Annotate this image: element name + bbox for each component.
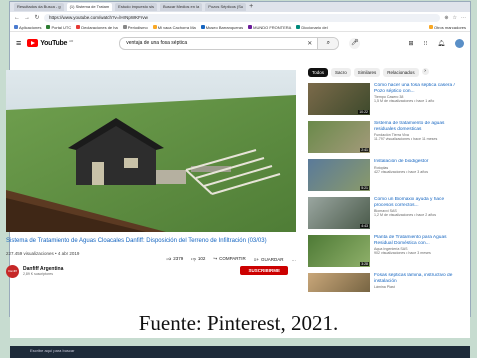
search-input[interactable]: ventaja de una fosa séptica <box>120 40 302 46</box>
duration-badge: 4:43 <box>360 224 369 228</box>
new-tab-icon[interactable]: + <box>249 3 253 11</box>
hamburger-menu-icon[interactable]: ≡ <box>16 38 21 48</box>
recommended-video[interactable]: 10:22 Cómo hacer una fosa séptica casera… <box>308 83 456 118</box>
microphone-icon[interactable]: 🎤︎ <box>349 37 361 49</box>
video-thumbnail[interactable]: 10:22 <box>308 83 370 115</box>
recommended-video[interactable]: 2:41 Sistema de tratamiento de aguas res… <box>308 121 456 156</box>
subscribe-button[interactable]: SUSCRIBIRME <box>240 265 288 275</box>
subscriber-count: 2,89 K suscriptores <box>23 272 53 276</box>
chevron-right-icon[interactable]: › <box>421 68 429 75</box>
recommended-meta: 1,2 M de visualizaciones • hace 2 años <box>374 213 436 217</box>
browser-tab[interactable]: Buscar Medios en la <box>159 3 203 11</box>
more-actions-button[interactable]: … <box>292 257 297 262</box>
recommended-meta: 902 visualizaciones • hace 3 meses <box>374 251 431 255</box>
back-icon[interactable]: ← <box>14 15 20 21</box>
bookmark-item[interactable]: Periodismo <box>122 25 148 30</box>
video-thumbnail[interactable]: 4:43 <box>308 197 370 229</box>
browser-tab-active[interactable]: (1) Sistema de Tratam <box>66 3 113 11</box>
thumb-up-icon: 👍︎ <box>166 256 172 261</box>
bookmark-item[interactable]: Declaraciones de ha <box>76 25 118 30</box>
bookmark-star-icon[interactable]: ☆ <box>453 15 457 21</box>
clear-search-icon[interactable]: ✕ <box>302 40 317 47</box>
bookmark-item[interactable]: Aplicaciones <box>14 25 41 30</box>
recommended-title: Cómo hacer una fosa séptica casera / Poz… <box>374 83 455 94</box>
duration-badge: 10:22 <box>358 110 369 114</box>
reload-icon[interactable]: ↻ <box>34 14 40 21</box>
bookmarks-bar: Aplicaciones Portal UTC Declaraciones de… <box>10 23 470 32</box>
bookmark-item[interactable]: Diccionario del <box>296 25 328 30</box>
bookmark-item[interactable]: Mi vaca Cachorra Ma <box>152 25 196 30</box>
duration-badge: 5:21 <box>360 186 369 190</box>
save-button[interactable]: ≡+ GUARDAR <box>254 257 284 262</box>
forward-icon[interactable]: → <box>24 15 30 21</box>
chip-all[interactable]: Todos <box>308 68 329 77</box>
video-player[interactable] <box>6 70 296 232</box>
watch-main: Sistema de Tratamiento de Aguas Cloacale… <box>6 70 296 278</box>
duration-badge: 3:28 <box>360 262 369 266</box>
youtube-header: ≡ YouTube AR ventaja de una fosa séptica… <box>10 32 470 54</box>
chip[interactable]: Sacro <box>331 68 351 77</box>
share-icon: ↪ <box>213 256 218 261</box>
os-taskbar: Escribe aquí para buscar <box>10 346 470 358</box>
recommended-title: Planta de Tratamiento para Aguas Residua… <box>374 235 447 246</box>
address-row: ← → ↻ https://www.youtube.com/watch?v=lH… <box>10 12 470 23</box>
share-button[interactable]: ↪ COMPARTIR <box>213 256 245 262</box>
apps-grid-icon[interactable]: ⁝⁝ <box>424 40 428 47</box>
recommended-meta: 1,5 M de visualizaciones • hace 1 año <box>374 99 435 103</box>
bookmark-item[interactable]: Portal UTC <box>46 25 71 30</box>
tab-strip: Resultados da Busca - g (1) Sistema de T… <box>10 2 470 12</box>
account-avatar[interactable] <box>455 38 464 48</box>
recommended-meta: 427 visualizaciones • hace 3 años <box>374 169 429 174</box>
filter-chips: Todos Sacro Similares Relacionados › <box>308 68 456 77</box>
extensions-icon[interactable]: ⋯ <box>461 15 466 21</box>
recommended-title: Como un Biomaxxi ayuda y hace procesos c… <box>374 197 445 208</box>
video-frame-illustration <box>6 70 296 232</box>
playlist-add-icon: ≡+ <box>253 256 259 262</box>
video-thumbnail[interactable]: 3:28 <box>308 235 370 267</box>
search-box: ventaja de una fosa séptica ✕ ⌕ <box>119 36 340 50</box>
like-button[interactable]: 👍︎ 2379 <box>167 256 184 262</box>
recommended-title: Instalación de biodigestor <box>374 159 429 164</box>
duration-badge: 2:41 <box>360 148 369 152</box>
recommended-channel: Lámina Plast <box>374 285 395 289</box>
dislike-button[interactable]: 👎︎ 102 <box>191 256 205 262</box>
figure-caption: Fuente: Pinterest, 2021. <box>138 311 339 335</box>
recommendations-sidebar: Todos Sacro Similares Relacionados › 10:… <box>308 68 456 311</box>
youtube-logo[interactable]: YouTube AR <box>27 39 73 47</box>
browser-tab[interactable]: Estudo impuesto sis <box>115 3 157 11</box>
youtube-play-icon <box>27 39 39 47</box>
recommended-title: Fosas sépticas lámina, instructivo de in… <box>374 273 453 284</box>
browser-tab[interactable]: Resultados da Busca - g <box>14 3 64 11</box>
bookmark-item[interactable]: MUNDO FRONTERA <box>248 25 291 30</box>
thumb-down-icon: 👎︎ <box>191 256 196 261</box>
video-thumbnail[interactable]: 5:21 <box>308 159 370 191</box>
recommended-video[interactable]: 5:21 Instalación de biodigestor Rotoplas… <box>308 159 456 194</box>
browser-tab[interactable]: Pozos Sépticos (Su <box>205 3 247 11</box>
chip[interactable]: Relacionados <box>383 68 419 77</box>
channel-row: Danfiff Danfiff Argentina 2,89 K suscrip… <box>6 264 296 278</box>
recommended-title: Sistema de tratamiento de aguas residual… <box>374 121 445 132</box>
bookmark-item[interactable]: Otros marcadores <box>428 25 466 30</box>
bookmark-item[interactable]: Museo Barranqueras <box>200 25 243 30</box>
video-thumbnail[interactable]: 2:41 <box>308 121 370 153</box>
video-views-date: 227.459 visualizaciones • 4 abr 2019 <box>6 250 80 256</box>
recommended-meta: 11.797 visualizaciones • hace 11 meses <box>374 137 438 141</box>
zoom-icon[interactable]: ⊕ <box>444 15 448 21</box>
recommended-video[interactable]: 4:43 Como un Biomaxxi ayuda y hace proce… <box>308 197 456 232</box>
video-actions: 👍︎ 2379 👎︎ 102 ↪ COMPARTIR ≡+ GUARDAR … <box>167 256 296 262</box>
address-bar[interactable]: https://www.youtube.com/watch?v=lHrNpWKF… <box>44 13 441 22</box>
chip[interactable]: Similares <box>353 68 381 77</box>
channel-avatar[interactable]: Danfiff <box>6 264 19 278</box>
video-title: Sistema de Tratamiento de Aguas Cloacale… <box>6 238 267 244</box>
taskbar-search-text[interactable]: Escribe aquí para buscar <box>30 348 74 353</box>
notifications-bell-icon[interactable]: 🔔︎ <box>437 40 445 47</box>
search-icon[interactable]: ⌕ <box>317 37 339 49</box>
create-video-icon[interactable]: ⊞ <box>409 40 414 47</box>
recommended-video[interactable]: 3:28 Planta de Tratamiento para Aguas Re… <box>308 235 456 270</box>
